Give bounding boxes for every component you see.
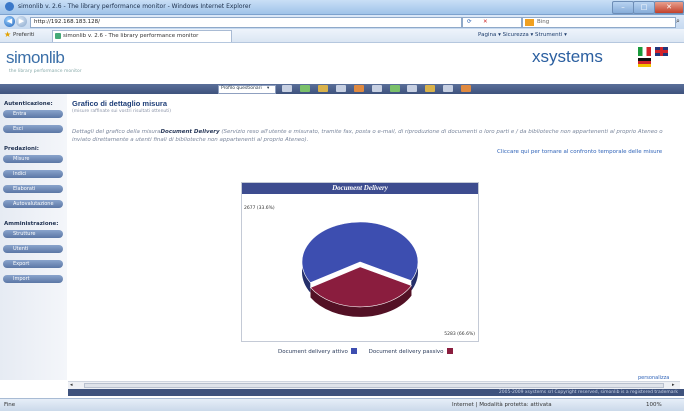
sidebar-item-utenti[interactable]: Utenti: [3, 245, 63, 253]
pie-chart: Document Delivery 2677 (33.6%) 5283 (66.6…: [241, 182, 479, 342]
sidebar-item-strutture[interactable]: Strutture: [3, 230, 63, 238]
sidebar-item-esci[interactable]: Esci: [3, 125, 63, 133]
measure-details: Dettagli del grafico della misuraDocumen…: [72, 128, 672, 144]
browser-tab[interactable]: simonlib v. 2.6 - The library performanc…: [52, 30, 232, 42]
profile-select-value: Profilo questionari: [221, 86, 262, 91]
minimize-button[interactable]: –: [612, 1, 634, 14]
sidebar-section-auth: Autenticazione:: [4, 101, 53, 107]
uk-flag-icon[interactable]: [654, 47, 668, 56]
legend-label-attivo: Document delivery attivo: [278, 349, 348, 355]
search-placeholder: Bing: [537, 19, 550, 25]
toolbar-tool-icon[interactable]: [389, 85, 400, 92]
page-footer: 2005-2009 xsystems srl Copyright reserve…: [68, 389, 684, 396]
ie-logo-icon: [5, 2, 14, 11]
scroll-right-icon[interactable]: ▸: [672, 382, 675, 388]
chevron-down-icon: ▾: [267, 86, 270, 91]
details-prefix: Dettagli del grafico della misura: [72, 129, 161, 135]
back-button[interactable]: ◀: [4, 16, 15, 27]
back-to-comparison-link[interactable]: Cliccare qui per tornare al confronto te…: [497, 149, 662, 155]
favorites-star-icon[interactable]: ★: [4, 30, 11, 39]
refresh-icon[interactable]: ⟳: [467, 19, 472, 25]
language-flags: [636, 47, 684, 69]
sidebar-item-export[interactable]: Export: [3, 260, 63, 268]
data-label-attivo: 5283 (66.6%): [444, 331, 475, 337]
page-title: Grafico di dettaglio misura: [72, 99, 168, 108]
toolbar-tool-icon[interactable]: [407, 85, 418, 92]
zoom-level[interactable]: 100%: [646, 402, 662, 408]
favorites-bar: ★ Preferiti simonlib v. 2.6 - The librar…: [0, 29, 684, 43]
sidebar-section-amministrazione: Amministrazione:: [4, 221, 59, 227]
toolbar-tool-icon[interactable]: [335, 85, 346, 92]
sidebar: Autenticazione: Entra Esci Predazioni: M…: [0, 94, 67, 380]
simonlib-logo[interactable]: simonlib: [6, 48, 65, 68]
toolbar-tool-icon[interactable]: [443, 85, 454, 92]
window-title: simonlib v. 2.6 - The library performanc…: [18, 3, 252, 10]
page-subtitle: (misure raffinate sui vostri risultati o…: [72, 109, 172, 114]
bing-logo-icon: [525, 19, 534, 26]
sidebar-item-elaborati[interactable]: Elaborati: [3, 185, 63, 193]
search-input[interactable]: Bing: [522, 17, 676, 28]
chart-title: Document Delivery: [242, 183, 478, 194]
toolbar-tool-icon[interactable]: [371, 85, 382, 92]
sidebar-item-indici[interactable]: Indici: [3, 170, 63, 178]
copyright-text: 2005-2009 xsystems srl Copyright reserve…: [498, 390, 678, 395]
app-header: simonlib the library performance monitor…: [0, 43, 684, 84]
close-button[interactable]: ✕: [654, 1, 684, 14]
details-measure-name: Document Delivery: [160, 129, 220, 135]
toolbar-tool-icon[interactable]: [317, 85, 328, 92]
toolbar-icons: [282, 85, 477, 94]
address-bar-row: ◀ ▶ http://192.168.183.128/ ⟳ ✕ Bing ⌕: [0, 15, 684, 29]
url-text: http://192.168.183.128/: [34, 19, 100, 25]
italian-flag-icon[interactable]: [638, 47, 651, 56]
forward-button[interactable]: ▶: [16, 16, 27, 27]
toolbar-tool-icon[interactable]: [425, 85, 436, 92]
horizontal-scrollbar[interactable]: ◂ ▸: [68, 381, 680, 389]
security-zone: Internet | Modalità protetta: attivata: [452, 402, 552, 408]
sidebar-section-predazioni: Predazioni:: [4, 146, 39, 152]
sidebar-item-autovalutazione[interactable]: Autovalutazione: [3, 200, 63, 208]
profile-select[interactable]: Profilo questionari ▾: [218, 85, 276, 94]
favorites-label[interactable]: Preferiti: [13, 32, 35, 38]
sidebar-item-entra[interactable]: Entra: [3, 110, 63, 118]
xsystems-logo[interactable]: xsystems: [532, 47, 603, 67]
command-bar[interactable]: Pagina ▾ Sicurezza ▾ Strumenti ▾: [478, 32, 567, 38]
search-icon[interactable]: ⌕: [676, 17, 680, 26]
browser-status-bar: Fine Internet | Modalità protetta: attiv…: [0, 398, 684, 411]
scroll-left-icon[interactable]: ◂: [70, 382, 73, 388]
toolbar-tool-icon[interactable]: [353, 85, 364, 92]
chart-canvas: 2677 (33.6%) 5283 (66.6%): [244, 205, 475, 337]
stop-icon[interactable]: ✕: [483, 19, 488, 25]
maximize-button[interactable]: □: [633, 1, 655, 14]
status-text: Fine: [4, 402, 16, 408]
sidebar-item-import[interactable]: Import: [3, 275, 63, 283]
toolbar-tool-icon[interactable]: [461, 85, 472, 92]
tab-favicon-icon: [55, 33, 61, 39]
scrollbar-thumb[interactable]: [84, 383, 664, 388]
app-toolbar: Profilo questionari ▾: [0, 84, 684, 94]
german-flag-icon[interactable]: [638, 58, 651, 67]
toolbar-tool-icon[interactable]: [299, 85, 310, 92]
address-input[interactable]: http://192.168.183.128/: [30, 17, 462, 28]
data-label-passivo: 2677 (33.6%): [244, 205, 275, 211]
address-tools[interactable]: ⟳ ✕: [462, 17, 522, 28]
window-title-bar: simonlib v. 2.6 - The library performanc…: [0, 0, 684, 15]
main-content: Grafico di dettaglio misura (misure raff…: [68, 94, 680, 381]
tab-label: simonlib v. 2.6 - The library performanc…: [63, 33, 199, 39]
toolbar-tool-icon[interactable]: [282, 85, 292, 92]
legend-swatch-passivo: [446, 348, 453, 354]
sidebar-item-misure[interactable]: Misure: [3, 155, 63, 163]
legend-swatch-attivo: [350, 348, 357, 354]
legend-label-passivo: Document delivery passivo: [368, 349, 444, 355]
simonlib-tagline: the library performance monitor: [9, 69, 82, 74]
chart-legend: Document delivery attivo Document delive…: [278, 348, 456, 355]
